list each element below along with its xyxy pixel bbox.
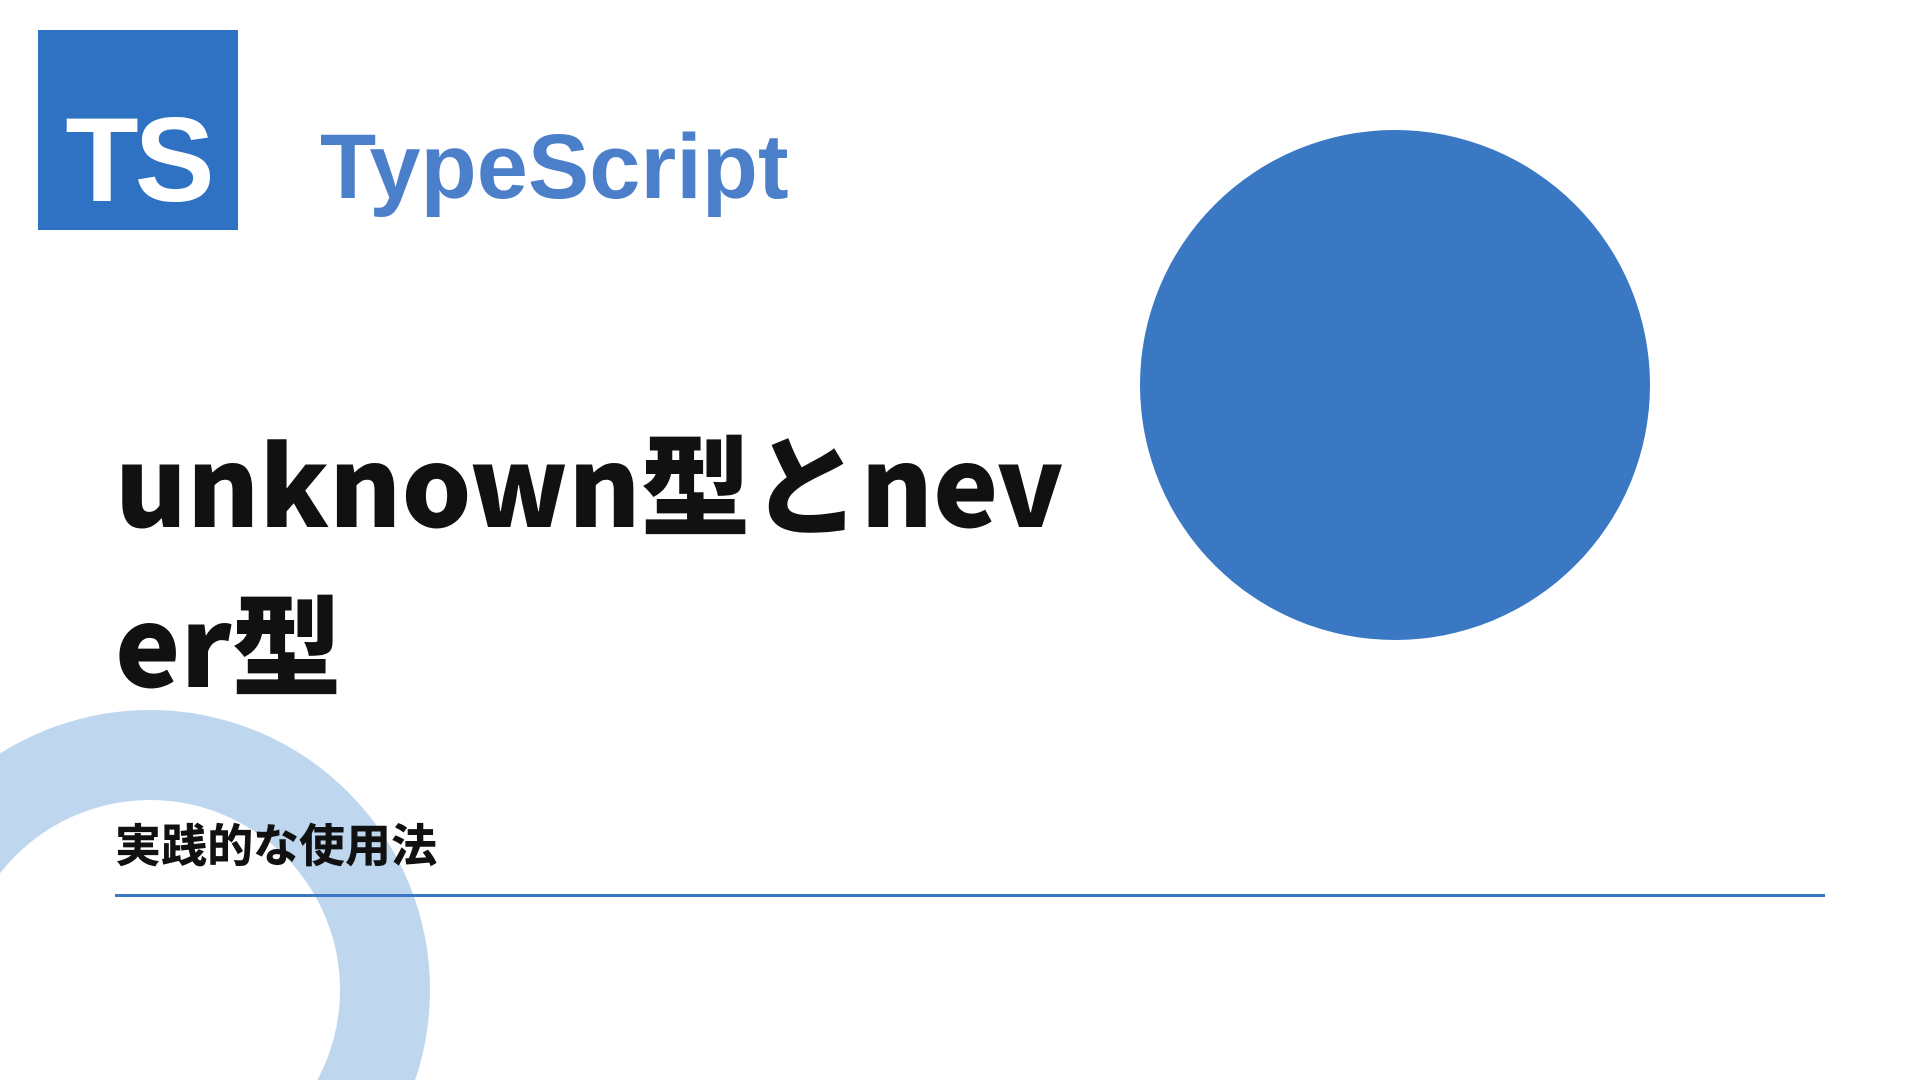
slide-subtitle: 実践的な使用法 (115, 810, 1825, 894)
slide: TS TypeScript unknown型とnever型 実践的な使用法 (0, 0, 1920, 1080)
divider (115, 894, 1825, 897)
brand-label: TypeScript (320, 115, 789, 220)
subtitle-block: 実践的な使用法 (115, 810, 1825, 897)
typescript-badge: TS (38, 30, 238, 230)
decorative-circle (1140, 130, 1650, 640)
slide-title: unknown型とnever型 (115, 400, 1125, 719)
badge-text: TS (65, 100, 210, 220)
